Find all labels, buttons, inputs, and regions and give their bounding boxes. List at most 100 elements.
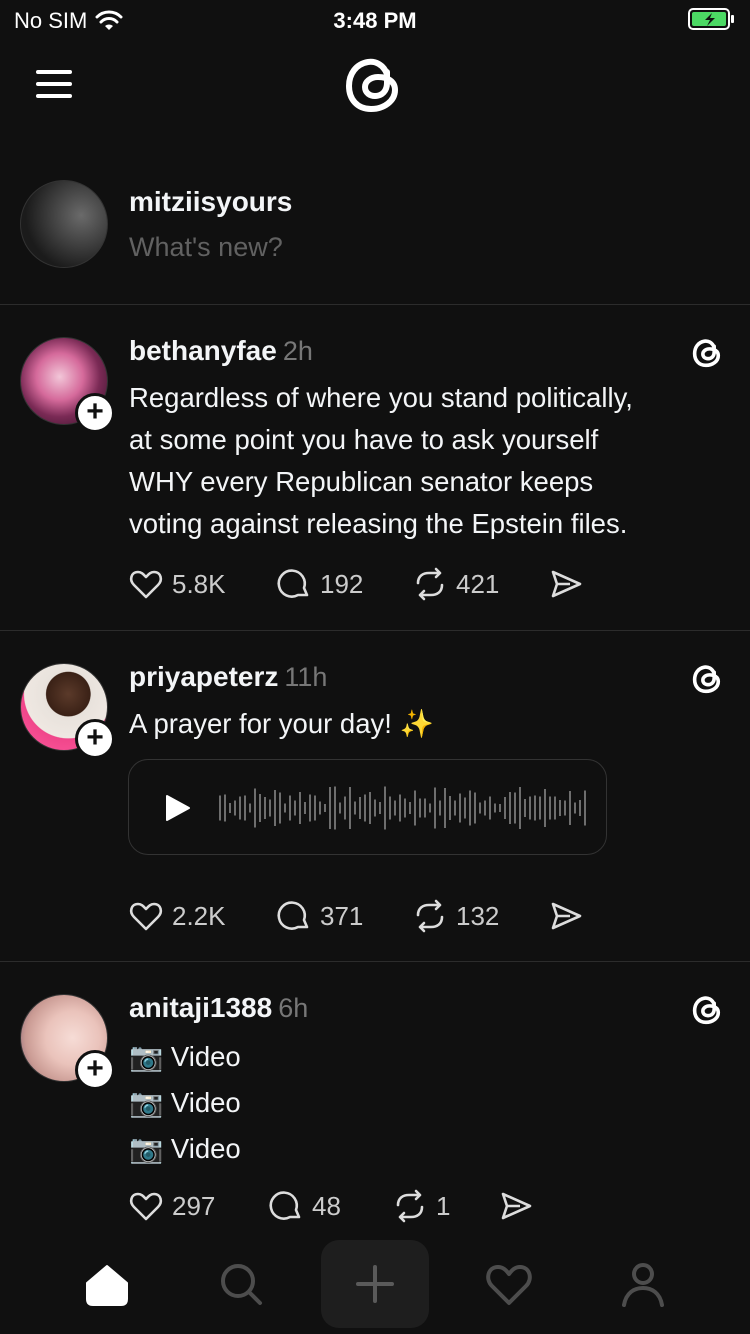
play-icon[interactable] bbox=[163, 794, 191, 822]
send-icon bbox=[501, 1192, 532, 1220]
menu-icon[interactable] bbox=[36, 66, 76, 100]
waveform-bar bbox=[329, 787, 331, 829]
waveform-bar bbox=[484, 800, 486, 816]
waveform-bar bbox=[389, 796, 391, 820]
post-actions: 297 48 1 bbox=[128, 1186, 534, 1226]
tab-profile[interactable] bbox=[589, 1240, 697, 1328]
waveform-bar bbox=[499, 804, 501, 812]
waveform-bar bbox=[314, 795, 316, 821]
like-count: 5.8K bbox=[172, 568, 226, 599]
tab-activity[interactable] bbox=[455, 1240, 563, 1328]
waveform-bar bbox=[519, 787, 521, 829]
post-text: 📷 Video 📷 Video 📷 Video bbox=[129, 1034, 709, 1172]
post[interactable]: + anitaji1388 6h 📷 Video 📷 Video 📷 Video … bbox=[0, 962, 750, 1240]
waveform-bar bbox=[494, 803, 496, 813]
repost-count: 1 bbox=[436, 1190, 451, 1221]
waveform-bar bbox=[454, 800, 456, 816]
waveform-bar bbox=[234, 800, 236, 816]
post-line: WHY every Republican senator keeps bbox=[129, 466, 594, 497]
comment-icon bbox=[277, 569, 309, 598]
threads-logo[interactable] bbox=[340, 50, 410, 120]
follow-plus-button[interactable]: + bbox=[75, 1050, 115, 1090]
post-text: Regardless of where you stand politicall… bbox=[129, 377, 709, 545]
share-button[interactable] bbox=[548, 566, 584, 602]
threads-icon[interactable] bbox=[690, 661, 726, 697]
waveform[interactable] bbox=[217, 784, 587, 832]
follow-plus-button[interactable]: + bbox=[75, 719, 115, 759]
waveform-bar bbox=[514, 792, 516, 824]
post-line: A prayer for your day! ✨ bbox=[129, 708, 434, 739]
follow-plus-button[interactable]: + bbox=[75, 393, 115, 433]
waveform-bar bbox=[509, 792, 511, 824]
waveform-bar bbox=[524, 799, 526, 817]
composer[interactable]: mitziisyours What's new? bbox=[0, 170, 750, 305]
waveform-bar bbox=[399, 794, 401, 822]
reply-button[interactable]: 371 bbox=[276, 898, 412, 934]
repost-icon bbox=[416, 899, 444, 933]
waveform-bar bbox=[419, 798, 421, 818]
waveform-bar bbox=[339, 802, 341, 814]
waveform-bar bbox=[534, 795, 536, 821]
waveform-bar bbox=[564, 800, 566, 816]
threads-icon[interactable] bbox=[690, 335, 726, 371]
post-line: at some point you have to ask yourself bbox=[129, 424, 599, 455]
waveform-bar bbox=[464, 797, 466, 819]
post-line: 📷 Video bbox=[129, 1087, 241, 1118]
waveform-bar bbox=[409, 802, 411, 814]
waveform-bar bbox=[254, 788, 256, 828]
waveform-bar bbox=[259, 794, 261, 822]
clock: 3:48 PM bbox=[333, 8, 417, 33]
waveform-bar bbox=[539, 796, 541, 820]
waveform-bar bbox=[229, 803, 231, 813]
waveform-bar bbox=[529, 796, 531, 820]
like-button[interactable]: 5.8K bbox=[128, 566, 276, 602]
avatar[interactable] bbox=[20, 180, 108, 268]
post-header: bethanyfae 2h bbox=[129, 335, 313, 367]
repost-icon bbox=[416, 567, 444, 601]
audio-player[interactable] bbox=[128, 759, 607, 855]
waveform-bar bbox=[359, 797, 361, 819]
post-header: priyapeterz 11h bbox=[129, 661, 327, 693]
waveform-bar bbox=[384, 786, 386, 830]
waveform-bar bbox=[374, 799, 376, 817]
like-count: 2.2K bbox=[172, 900, 226, 931]
username[interactable]: bethanyfae bbox=[129, 335, 277, 366]
waveform-bar bbox=[269, 799, 271, 817]
plus-icon bbox=[356, 1265, 394, 1303]
waveform-bar bbox=[569, 791, 571, 825]
post[interactable]: + bethanyfae 2h Regardless of where you s… bbox=[0, 305, 750, 631]
waveform-bar bbox=[239, 796, 241, 820]
post[interactable]: + priyapeterz 11h A prayer for your day! … bbox=[0, 631, 750, 962]
composer-input[interactable]: What's new? bbox=[129, 232, 283, 263]
battery-charging-icon bbox=[688, 8, 734, 30]
waveform-bar bbox=[574, 802, 576, 814]
waveform-bar bbox=[369, 792, 371, 824]
username[interactable]: priyapeterz bbox=[129, 661, 278, 692]
waveform-bar bbox=[344, 796, 346, 820]
tab-create[interactable] bbox=[321, 1240, 429, 1328]
repost-button[interactable]: 132 bbox=[412, 898, 548, 934]
share-button[interactable] bbox=[498, 1188, 534, 1224]
post-line: Regardless of where you stand politicall… bbox=[129, 382, 633, 413]
waveform-bar bbox=[429, 803, 431, 813]
reply-button[interactable]: 48 bbox=[268, 1188, 392, 1224]
waveform-bar bbox=[324, 804, 326, 812]
share-button[interactable] bbox=[548, 898, 584, 934]
like-button[interactable]: 2.2K bbox=[128, 898, 276, 934]
tab-home[interactable] bbox=[53, 1240, 161, 1328]
post-line: 📷 Video bbox=[129, 1133, 241, 1164]
waveform-bar bbox=[414, 790, 416, 826]
waveform-bar bbox=[319, 801, 321, 815]
repost-button[interactable]: 421 bbox=[412, 566, 548, 602]
waveform-bar bbox=[279, 792, 281, 824]
threads-icon[interactable] bbox=[690, 992, 726, 1028]
username[interactable]: anitaji1388 bbox=[129, 992, 272, 1023]
status-bar: No SIM 3:48 PM bbox=[0, 0, 750, 40]
repost-button[interactable]: 1 bbox=[392, 1188, 498, 1224]
waveform-bar bbox=[434, 787, 436, 829]
tab-search[interactable] bbox=[187, 1240, 295, 1328]
waveform-bar bbox=[274, 790, 276, 826]
reply-button[interactable]: 192 bbox=[276, 566, 412, 602]
like-button[interactable]: 297 bbox=[128, 1188, 268, 1224]
waveform-bar bbox=[264, 797, 266, 819]
